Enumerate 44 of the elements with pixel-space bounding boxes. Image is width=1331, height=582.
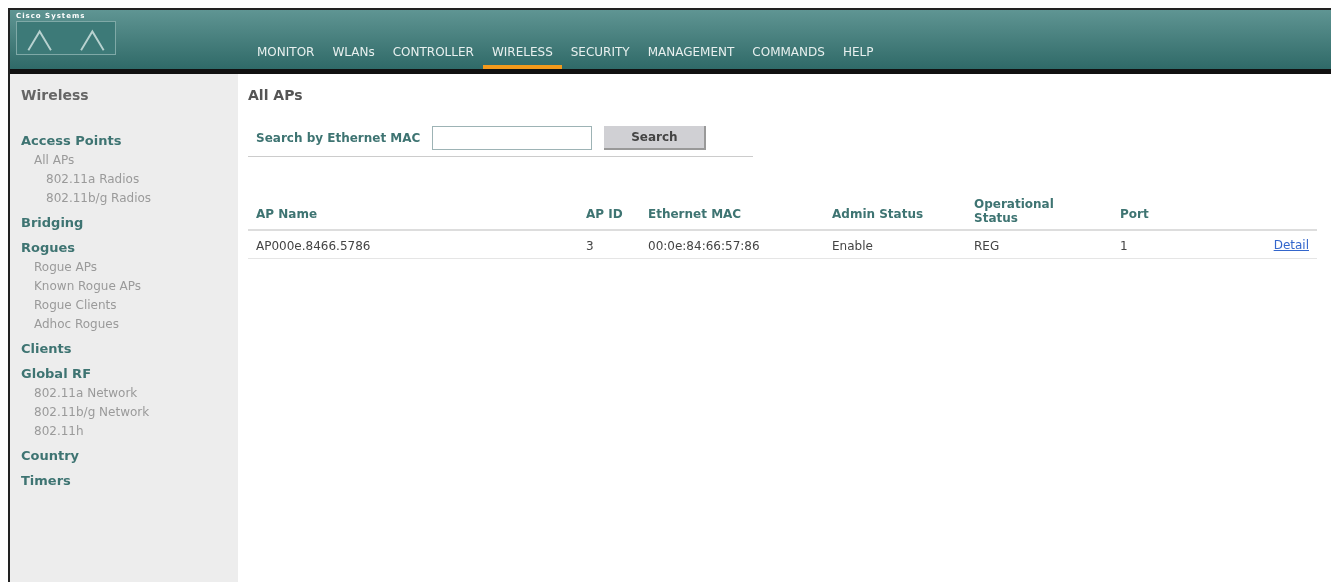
table-cell: 3 [586,238,594,253]
sidebar-section[interactable]: Global RF [21,364,91,384]
sidebar-item[interactable]: 802.11b/g Radios [21,189,152,208]
sidebar-item[interactable]: Adhoc Rogues [21,315,119,334]
sidebar-item[interactable]: Rogue APs [21,258,98,277]
column-header: Operational Status [974,197,1055,225]
sidebar-item[interactable]: 802.11a Network [21,384,138,403]
table-cell: Enable [832,238,873,253]
sidebar-section[interactable]: Bridging [21,213,84,233]
sidebar-section[interactable]: Access Points [21,131,122,151]
menu-tab[interactable]: MONITOR [248,39,324,69]
detail-link[interactable]: Detail [1273,235,1309,254]
menu-tab[interactable]: CONTROLLER [383,39,483,69]
menu-tab[interactable]: WLANs [323,39,384,69]
page-title: All APs [248,86,303,105]
table-cell: 1 [1120,238,1128,253]
menu-tab[interactable]: HELP [833,39,883,69]
column-header: AP ID [586,207,623,221]
sidebar-title: Wireless [21,86,89,105]
sidebar-item[interactable]: 802.11h [21,422,84,441]
sidebar-section[interactable]: Rogues [21,238,76,258]
column-header: AP Name [256,207,318,221]
table-cell: 00:0e:84:66:57:86 [648,238,760,253]
sidebar-section[interactable]: Clients [21,339,72,359]
menu-tab[interactable]: MANAGEMENT [638,39,744,69]
table-cell: AP000e.8466.5786 [256,238,371,253]
menu-tab[interactable]: WIRELESS [482,39,562,69]
menu-tab[interactable]: SECURITY [561,39,639,69]
sidebar-item[interactable]: Known Rogue APs [21,277,142,296]
column-header: Admin Status [832,207,924,221]
sidebar-item[interactable]: 802.11b/g Network [21,403,150,422]
sidebar-section[interactable]: Timers [21,471,71,491]
sidebar-item[interactable]: Rogue Clients [21,296,117,315]
column-header: Port [1120,207,1149,221]
sidebar-section[interactable]: Country [21,446,80,466]
menu-tab[interactable]: COMMANDS [743,39,834,69]
table-cell: REG [974,238,1000,253]
bridge-logo-icon [16,21,116,55]
column-header: Ethernet MAC [648,207,742,221]
sidebar-item[interactable]: 802.11a Radios [21,170,140,189]
search-button[interactable]: Search [604,126,707,150]
sidebar-item[interactable]: All APs [21,151,75,170]
search-label: Search by Ethernet MAC [256,130,421,147]
search-field[interactable] [432,126,593,150]
